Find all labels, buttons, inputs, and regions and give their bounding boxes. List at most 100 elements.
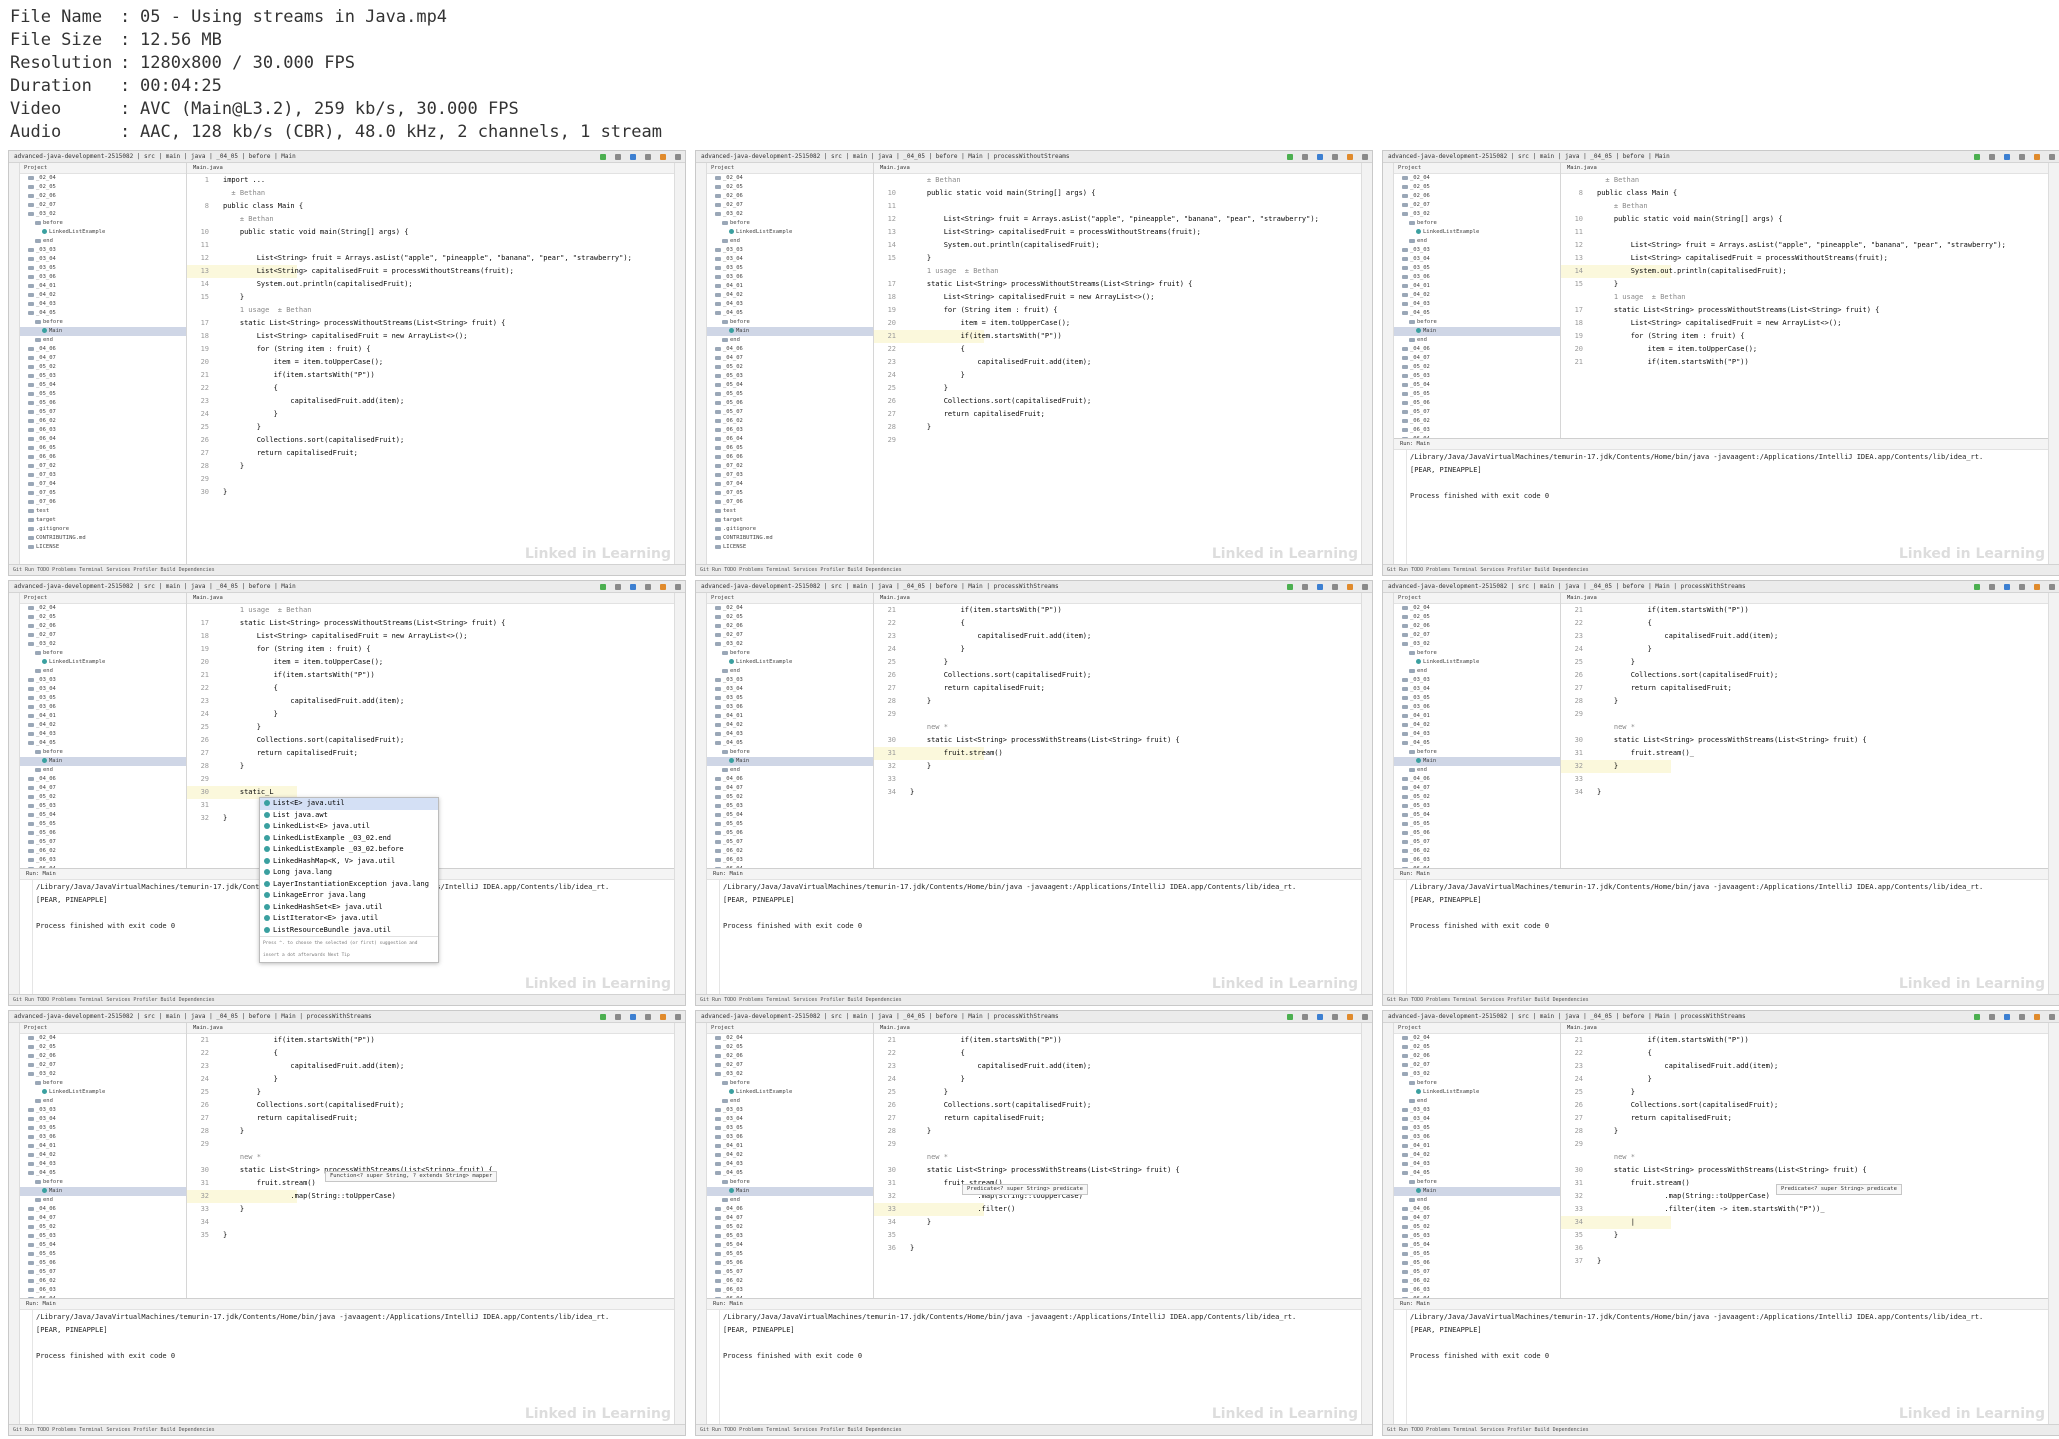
tree-item[interactable]: _04_02 xyxy=(20,721,186,730)
code-editor[interactable]: Main.java 21 if(item.startsWith("P")) 22 {… xyxy=(874,1023,1361,1298)
tree-item[interactable]: _06_04 xyxy=(707,435,873,444)
run-icon[interactable] xyxy=(1974,583,1980,590)
toolbar-button-icon[interactable] xyxy=(645,1013,651,1020)
code-editor[interactable]: Main.java 21 if(item.startsWith("P")) 22 {… xyxy=(1561,593,2048,868)
tree-item[interactable]: _02_07 xyxy=(20,1061,186,1070)
toolbar-button-icon[interactable] xyxy=(1332,1013,1338,1020)
tree-item[interactable]: _04_07 xyxy=(20,1214,186,1223)
project-header[interactable]: Project xyxy=(20,1023,186,1034)
tree-item[interactable]: _07_03 xyxy=(707,471,873,480)
tree-item[interactable]: before xyxy=(1394,748,1560,757)
tree-item[interactable]: _04_02 xyxy=(707,1151,873,1160)
tree-item[interactable]: target xyxy=(20,516,186,525)
tree-item[interactable]: _05_02 xyxy=(707,793,873,802)
tree-item[interactable]: _05_07 xyxy=(1394,1268,1560,1277)
tree-item[interactable]: _03_03 xyxy=(707,1106,873,1115)
editor-tab-main[interactable]: Main.java xyxy=(874,1023,1361,1034)
tree-item[interactable]: _03_04 xyxy=(707,255,873,264)
toolbar-button-icon[interactable] xyxy=(2034,583,2040,590)
tree-item[interactable]: _03_05 xyxy=(1394,1124,1560,1133)
tree-item[interactable]: _06_03 xyxy=(1394,1286,1560,1295)
tree-item[interactable]: _07_05 xyxy=(20,489,186,498)
tree-item[interactable]: _02_04 xyxy=(20,1034,186,1043)
tree-item[interactable]: before xyxy=(1394,1079,1560,1088)
debug-icon[interactable] xyxy=(1317,583,1323,590)
toolbar-button-icon[interactable] xyxy=(2049,583,2055,590)
tree-item[interactable]: _03_06 xyxy=(1394,273,1560,282)
tree-item[interactable]: end xyxy=(707,336,873,345)
tree-item[interactable]: _06_02 xyxy=(1394,847,1560,856)
tree-item[interactable]: _05_05 xyxy=(20,1250,186,1259)
run-actions-bar[interactable] xyxy=(1394,880,1407,994)
tree-item[interactable]: _03_03 xyxy=(20,676,186,685)
left-tool-window-bar[interactable] xyxy=(1383,1023,1394,1424)
tree-item[interactable]: _04_01 xyxy=(1394,282,1560,291)
code-area[interactable]: 21 if(item.startsWith("P")) 22 {23 capita… xyxy=(187,1034,674,1298)
tree-item[interactable]: _05_03 xyxy=(1394,802,1560,811)
tree-item[interactable]: _03_05 xyxy=(20,694,186,703)
left-tool-window-bar[interactable] xyxy=(9,593,20,994)
tree-item[interactable]: _05_06 xyxy=(707,1259,873,1268)
left-tool-window-bar[interactable] xyxy=(696,163,707,564)
tree-item[interactable]: test xyxy=(20,507,186,516)
toolbar-button-icon[interactable] xyxy=(615,1013,621,1020)
tree-item[interactable]: _04_05 xyxy=(707,1169,873,1178)
tree-item[interactable]: _05_02 xyxy=(707,1223,873,1232)
tree-item[interactable]: _05_02 xyxy=(1394,793,1560,802)
tree-item[interactable]: _06_02 xyxy=(1394,1277,1560,1286)
tree-item[interactable]: _05_03 xyxy=(1394,1232,1560,1241)
tool-window-tabs[interactable]: Git Run TODO Problems Terminal Services … xyxy=(1387,1427,1589,1433)
tree-item[interactable]: _06_02 xyxy=(707,417,873,426)
tree-item[interactable]: _04_07 xyxy=(707,784,873,793)
toolbar-button-icon[interactable] xyxy=(1347,153,1353,160)
tree-item[interactable]: _05_02 xyxy=(20,363,186,372)
tree-item[interactable]: _04_05 xyxy=(1394,309,1560,318)
tree-item[interactable]: _06_02 xyxy=(1394,417,1560,426)
tree-item[interactable]: _04_03 xyxy=(20,1160,186,1169)
breadcrumb[interactable]: advanced-java-development-2515082 | src … xyxy=(1388,1013,1746,1020)
run-icon[interactable] xyxy=(1287,1013,1293,1020)
tree-item[interactable]: _03_02 xyxy=(1394,1070,1560,1079)
left-tool-window-bar[interactable] xyxy=(1383,593,1394,994)
right-tool-window-bar[interactable] xyxy=(674,1023,685,1424)
tree-item[interactable]: _04_06 xyxy=(1394,345,1560,354)
tree-item[interactable]: _07_06 xyxy=(20,498,186,507)
code-editor[interactable]: Main.java 1 import ... ± Bethan 8 public cla… xyxy=(187,163,674,564)
project-header[interactable]: Project xyxy=(20,593,186,604)
tree-item[interactable]: _03_04 xyxy=(20,1115,186,1124)
tree-item[interactable]: _04_01 xyxy=(707,712,873,721)
tree-item[interactable]: _04_05 xyxy=(20,1169,186,1178)
tree-item[interactable]: LinkedListExample xyxy=(707,1088,873,1097)
tree-item[interactable]: before xyxy=(1394,219,1560,228)
breadcrumb[interactable]: advanced-java-development-2515082 | src … xyxy=(1388,153,1670,160)
tree-item[interactable]: _04_02 xyxy=(20,1151,186,1160)
tree-item[interactable]: _06_03 xyxy=(707,856,873,865)
tree-item[interactable]: end xyxy=(20,766,186,775)
toolbar-button-icon[interactable] xyxy=(2019,153,2025,160)
tree-item[interactable]: _02_07 xyxy=(707,1061,873,1070)
tree-item[interactable]: LICENSE xyxy=(20,543,186,552)
tree-item[interactable]: _05_04 xyxy=(20,811,186,820)
toolbar-button-icon[interactable] xyxy=(1332,583,1338,590)
tree-item[interactable]: _03_03 xyxy=(707,676,873,685)
tree-item[interactable]: _03_05 xyxy=(20,264,186,273)
tree-item[interactable]: end xyxy=(1394,336,1560,345)
tree-item[interactable]: _05_06 xyxy=(1394,1259,1560,1268)
run-actions-bar[interactable] xyxy=(20,880,33,994)
tree-item[interactable]: _05_07 xyxy=(20,408,186,417)
tree-item[interactable]: _05_03 xyxy=(707,1232,873,1241)
tree-item[interactable]: _02_06 xyxy=(20,192,186,201)
tree-item[interactable]: _05_03 xyxy=(20,802,186,811)
tree-item[interactable]: before xyxy=(707,1079,873,1088)
tree-item[interactable]: _03_02 xyxy=(1394,210,1560,219)
left-tool-window-bar[interactable] xyxy=(9,1023,20,1424)
toolbar-button-icon[interactable] xyxy=(1302,153,1308,160)
tree-item[interactable]: _05_04 xyxy=(20,381,186,390)
completion-item[interactable]: LayerInstantiationException java.lang xyxy=(260,879,438,891)
tree-item[interactable]: _05_03 xyxy=(1394,372,1560,381)
run-icon[interactable] xyxy=(600,583,606,590)
code-area[interactable]: ± Bethan 8 public class Main { ± Bethan 10 … xyxy=(1561,174,2048,438)
editor-tab-main[interactable]: Main.java xyxy=(1561,1023,2048,1034)
tree-item[interactable]: _03_02 xyxy=(20,210,186,219)
tree-item[interactable]: _06_05 xyxy=(20,444,186,453)
